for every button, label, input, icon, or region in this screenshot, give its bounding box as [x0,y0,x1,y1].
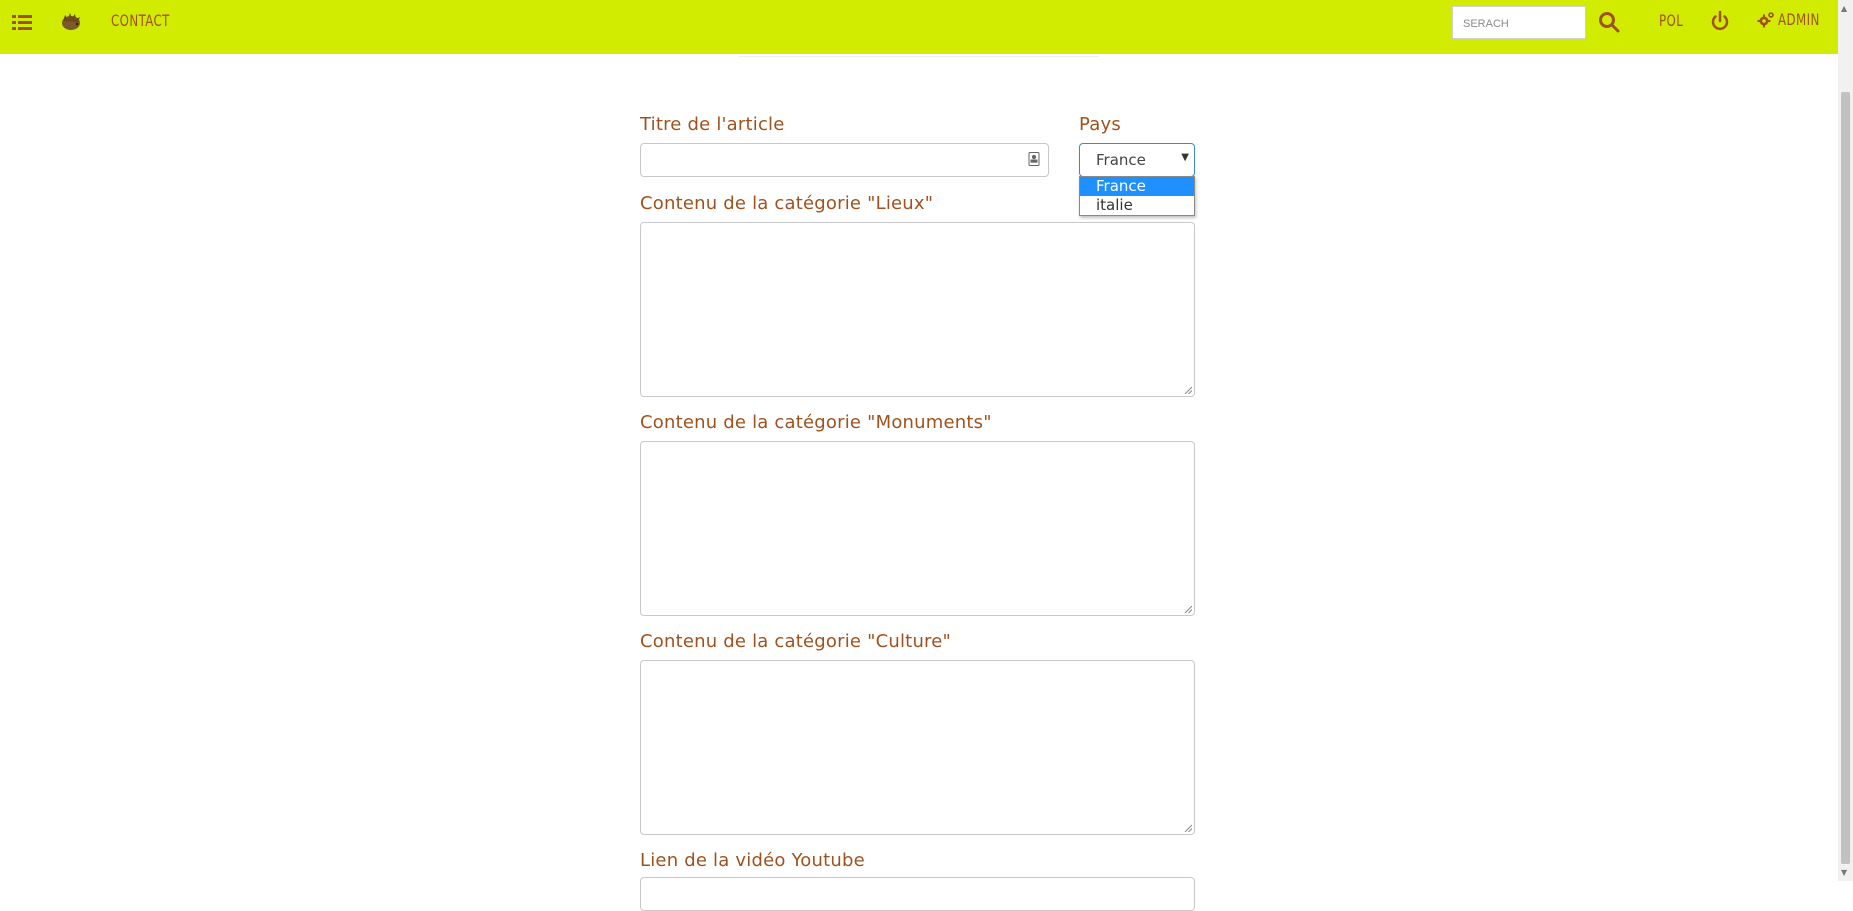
language-link[interactable]: POL [1659,11,1683,30]
country-dropdown: France italie [1079,176,1195,216]
contact-link[interactable]: CONTACT [111,11,170,30]
contact-card-icon [1028,152,1040,166]
divider [739,56,1099,57]
youtube-link-input[interactable] [640,877,1195,911]
scrollbar-thumb[interactable] [1841,92,1850,864]
youtube-label: Lien de la vidéo Youtube [640,850,865,871]
power-icon[interactable] [1710,10,1730,32]
culture-label: Contenu de la catégorie "Culture" [640,631,952,652]
admin-link[interactable]: ADMIN [1757,10,1829,29]
list-icon[interactable] [12,14,32,32]
culture-textarea[interactable] [640,660,1195,835]
chevron-down-icon: ▼ [1181,152,1189,163]
country-select[interactable]: France ▼ [1079,143,1195,177]
lieux-textarea[interactable] [640,222,1195,397]
scroll-down-icon[interactable]: ▼ [1841,868,1847,877]
country-option-italie[interactable]: italie [1080,196,1194,215]
resize-grip-icon[interactable] [1184,605,1192,613]
admin-label: ADMIN [1778,10,1820,29]
article-title-input[interactable] [640,143,1049,177]
cogs-icon [1757,11,1774,27]
page-scrollbar[interactable]: ▲ ▼ [1838,0,1853,881]
monuments-textarea[interactable] [640,441,1195,616]
country-label: Pays [1079,114,1121,135]
hedgehog-logo-icon[interactable] [60,12,82,32]
country-selected-value: France [1096,151,1146,169]
country-option-france[interactable]: France [1080,177,1194,196]
resize-grip-icon[interactable] [1184,824,1192,832]
lieux-label: Contenu de la catégorie "Lieux" [640,193,934,214]
scroll-up-icon[interactable]: ▲ [1841,4,1847,13]
search-icon[interactable] [1597,10,1621,34]
title-label: Titre de l'article [640,114,785,135]
monuments-label: Contenu de la catégorie "Monuments" [640,412,992,433]
search-input[interactable] [1452,6,1586,39]
resize-grip-icon[interactable] [1184,386,1192,394]
top-navbar: CONTACT POL ADMIN [0,0,1838,54]
